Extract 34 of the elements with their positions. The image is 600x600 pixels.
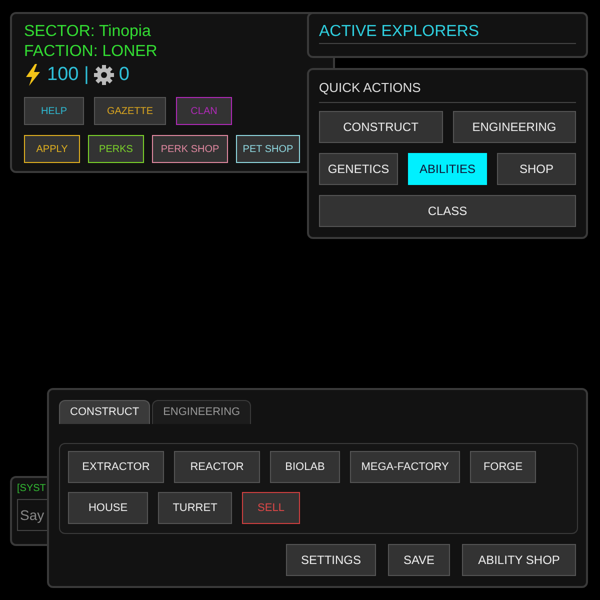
lightning-icon [24,64,42,86]
panel-title: QUICK ACTIONS [319,80,576,103]
gear-count: 0 [118,63,130,87]
menu-button[interactable]: PERKS [88,135,144,163]
chat-input-field[interactable]: Say [17,499,47,531]
sector-label: SECTOR: Tinopia [24,22,152,42]
quick-action-button[interactable]: ENGINEERING [452,111,576,143]
gear-icon [94,65,114,85]
build-button[interactable]: EXTRACTOR [68,451,164,483]
menu-button[interactable]: APPLY [24,135,80,163]
tab[interactable]: CONSTRUCT [59,400,150,424]
menu-button[interactable]: GAZETTE [94,97,166,125]
quick-action-button[interactable]: CONSTRUCT [319,111,442,143]
panel-title: ACTIVE EXPLORERS [319,22,576,44]
build-button[interactable]: HOUSE [68,492,148,524]
menu-button[interactable]: PERK SHOP [152,135,228,163]
energy-count: 100 | [47,63,89,87]
quick-action-button[interactable]: GENETICS [319,153,398,185]
footer-button[interactable]: SETTINGS [286,544,376,576]
quick-action-button[interactable]: ABILITIES [408,153,487,185]
chat-message: [SYST [17,482,47,495]
build-button[interactable]: BIOLAB [270,451,340,483]
build-button[interactable]: FORGE [470,451,536,483]
faction-label: FACTION: LONER [24,42,158,62]
footer-button[interactable]: SAVE [388,544,450,576]
quick-action-button[interactable]: SHOP [497,153,576,185]
menu-button[interactable]: PET SHOP [236,135,300,163]
footer-button[interactable]: ABILITY SHOP [462,544,576,576]
build-button[interactable]: MEGA-FACTORY [350,451,460,483]
menu-button[interactable]: HELP [24,97,84,125]
build-button[interactable]: TURRET [158,492,232,524]
quick-action-button[interactable]: CLASS [319,195,576,227]
build-button[interactable]: REACTOR [174,451,260,483]
tab[interactable]: ENGINEERING [152,400,252,424]
